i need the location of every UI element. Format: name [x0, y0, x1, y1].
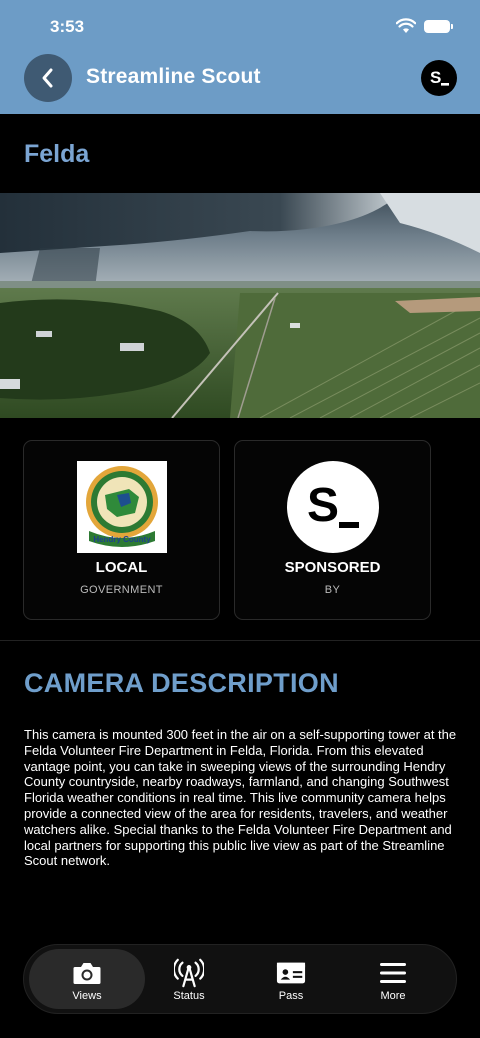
- section-divider: [0, 640, 480, 641]
- tab-pass[interactable]: Pass: [241, 949, 341, 1009]
- sponsored-by-card[interactable]: S SPONSORED BY: [234, 440, 431, 620]
- status-bar: 3:53: [0, 0, 480, 52]
- county-seal-icon: Hendry County: [86, 466, 158, 547]
- brand-logo-button[interactable]: S: [421, 60, 457, 96]
- id-card-icon: [276, 958, 306, 988]
- app-title: Streamline Scout: [86, 65, 261, 88]
- local-government-card[interactable]: Hendry County LOCAL GOVERNMENT: [23, 440, 220, 620]
- bottom-tab-bar: Views Status Pass More: [23, 944, 457, 1014]
- tab-more[interactable]: More: [343, 949, 443, 1009]
- camera-icon: [72, 958, 102, 988]
- streamline-logo-icon: S: [430, 68, 449, 87]
- card-title-local: LOCAL: [95, 559, 148, 576]
- camera-view-image[interactable]: [0, 193, 480, 418]
- aerial-landscape-image: [0, 193, 480, 418]
- streamline-s-logo-icon: S: [307, 479, 359, 532]
- card-title-sponsored: SPONSORED: [284, 559, 381, 576]
- top-header-area: 3:53 Streamline Scout S: [0, 0, 480, 114]
- back-button[interactable]: [24, 54, 72, 102]
- status-time: 3:53: [50, 17, 85, 36]
- tab-label-status: Status: [173, 990, 205, 1002]
- broadcast-tower-icon: [174, 958, 204, 988]
- tab-label-pass: Pass: [278, 990, 304, 1002]
- tab-status[interactable]: Status: [139, 949, 239, 1009]
- card-subtitle-by: BY: [324, 584, 341, 596]
- seal-text: Hendry County: [93, 535, 151, 544]
- tab-label-more: More: [380, 990, 406, 1002]
- svg-text:S: S: [307, 479, 339, 532]
- card-subtitle-government: GOVERNMENT: [80, 584, 163, 596]
- chevron-left-icon: [42, 68, 53, 88]
- sponsor-logo: S: [287, 461, 379, 553]
- hendry-county-seal-logo: Hendry County: [77, 461, 167, 553]
- tab-label-views: Views: [72, 990, 102, 1002]
- hamburger-menu-icon: [378, 958, 408, 988]
- camera-description-body: This camera is mounted 300 feet in the a…: [24, 727, 457, 869]
- battery-icon: [424, 19, 453, 33]
- tab-views[interactable]: Views: [29, 949, 145, 1009]
- location-title: Felda: [24, 140, 90, 168]
- wifi-icon: [396, 18, 416, 33]
- navigation-bar: Streamline Scout S: [0, 52, 480, 114]
- svg-text:S: S: [430, 68, 441, 87]
- status-icons: [396, 18, 453, 34]
- camera-description-heading: CAMERA DESCRIPTION: [24, 668, 339, 698]
